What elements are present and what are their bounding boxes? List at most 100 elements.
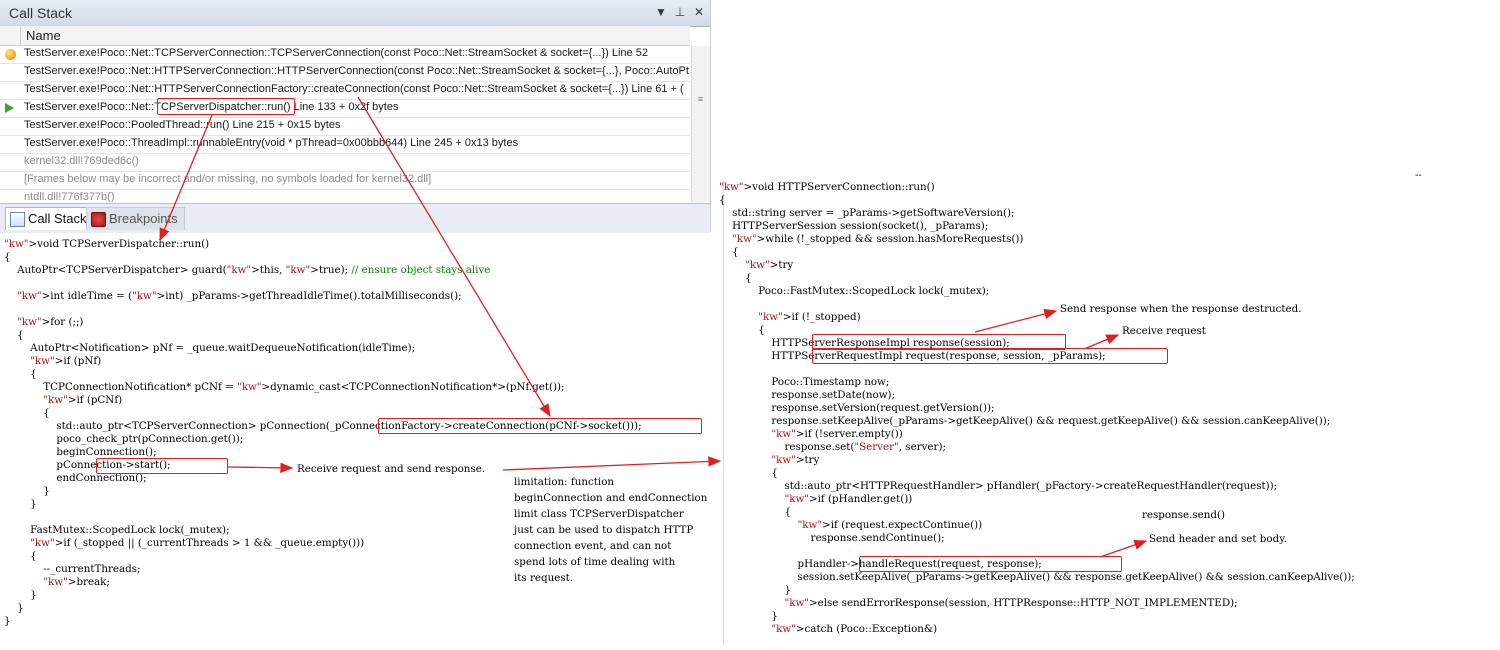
- call-stack-list: TestServer.exe!Poco::Net::TCPServerConne…: [0, 46, 690, 202]
- call-stack-titlebar: Call Stack ▼ ⊥ ✕: [0, 0, 710, 27]
- limitation-line: beginConnection and endConnection: [514, 492, 708, 504]
- arrow-to-send-header-note: [1099, 539, 1148, 558]
- code-line: "kw">break;: [43, 576, 110, 588]
- limitation-line: connection event, and can not: [514, 540, 672, 552]
- code-line: "kw">for (;;): [17, 316, 84, 328]
- code-line: std::auto_ptr<HTTPRequestHandler> pHandl…: [719, 480, 1278, 492]
- code-line: "kw">else sendErrorResponse(session, HTT…: [784, 597, 1238, 609]
- panel-title: Call Stack: [9, 5, 73, 21]
- limitation-line: limitation: function: [514, 476, 615, 488]
- call-stack-row[interactable]: TestServer.exe!Poco::ThreadImpl::runnabl…: [0, 136, 690, 154]
- close-icon[interactable]: ✕: [691, 4, 707, 20]
- call-stack-row-text: TestServer.exe!Poco::Net::HTTPServerConn…: [24, 83, 684, 95]
- code-line: "kw">while (!_stopped && session.hasMore…: [732, 233, 1024, 245]
- call-stack-row[interactable]: TestServer.exe!Poco::Net::HTTPServerConn…: [0, 64, 690, 82]
- panel-tabs: Call Stack Breakpoints: [0, 203, 710, 233]
- code-line: {: [4, 407, 50, 419]
- arrow-to-destructed-note: [974, 308, 1058, 333]
- code-line: "kw">try: [745, 259, 794, 271]
- tab-breakpoints[interactable]: Breakpoints: [86, 207, 185, 230]
- arrow-to-receive-send-note: [227, 462, 294, 474]
- call-stack-row-text: TestServer.exe!Poco::Net::HTTPServerConn…: [24, 65, 689, 77]
- code-line: Poco::FastMutex::ScopedLock lock(_mutex)…: [719, 285, 990, 297]
- highlight-request-impl: [812, 348, 1168, 364]
- note-receive-request: Receive request: [1122, 325, 1206, 337]
- breakpoints-icon: [91, 212, 106, 227]
- code-line: "kw">void HTTPServerConnection::run(): [719, 181, 935, 193]
- code-line: "kw">if (request.expectContinue()): [797, 519, 983, 531]
- column-header: Name: [0, 26, 690, 46]
- call-stack-icon: [10, 212, 25, 227]
- dropdown-arrow-icon[interactable]: ▼: [653, 4, 669, 20]
- code-line: }: [4, 485, 50, 497]
- code-line: "kw">if (pHandler.get()): [784, 493, 913, 505]
- pin-icon[interactable]: ⊥: [672, 4, 688, 20]
- code-line: response.setDate(now);: [719, 389, 896, 401]
- arrow-to-http-run: [502, 456, 722, 471]
- code-line: TCPConnectionNotification* pCNf = "kw">d…: [4, 381, 565, 393]
- call-stack-row[interactable]: TestServer.exe!Poco::Net::HTTPServerConn…: [0, 82, 690, 100]
- call-stack-row[interactable]: TestServer.exe!Poco::Net::TCPServerConne…: [0, 46, 690, 64]
- code-line: {: [719, 324, 765, 336]
- note-limitation: limitation: function beginConnection and …: [514, 474, 707, 586]
- limitation-line: just can be used to dispatch HTTP: [514, 524, 694, 536]
- call-stack-row[interactable]: ntdll.dll!776f377b(): [0, 190, 690, 202]
- code-line: {: [719, 506, 792, 518]
- arrow-to-receive-request-note: [1083, 334, 1120, 350]
- code-line: "kw">if (_stopped || (_currentThreads > …: [30, 537, 365, 549]
- highlight-connection-start: [96, 458, 228, 474]
- limitation-line: its request.: [514, 572, 574, 584]
- code-line: poco_check_ptr(pConnection.get());: [4, 433, 244, 445]
- highlight-create-connection: [378, 418, 702, 434]
- note-receive-send: Receive request and send response.: [297, 463, 486, 475]
- call-stack-row[interactable]: TestServer.exe!Poco::PooledThread::run()…: [0, 118, 690, 136]
- code-line: "kw">void TCPServerDispatcher::run(): [4, 238, 210, 250]
- code-line: {: [4, 251, 11, 263]
- code-line: }: [719, 584, 792, 596]
- code-line: response.sendContinue();: [719, 532, 945, 544]
- highlight-handle-request: [859, 556, 1122, 572]
- call-stack-row[interactable]: TestServer.exe!Poco::Net::TCPServerDispa…: [0, 100, 690, 118]
- call-stack-row[interactable]: [Frames below may be incorrect and/or mi…: [0, 172, 690, 190]
- note-send-header-body: Send header and set body.: [1149, 533, 1287, 545]
- code-line: {: [4, 368, 37, 380]
- call-stack-row-text: ntdll.dll!776f377b(): [24, 191, 115, 202]
- call-stack-row-text: TestServer.exe!Poco::PooledThread::run()…: [24, 119, 341, 131]
- code-line: Poco::Timestamp now;: [719, 376, 890, 388]
- code-line: {: [4, 550, 37, 562]
- code-line: std::string server = _pParams->getSoftwa…: [719, 207, 1015, 219]
- code-line: response.set("Server", server);: [719, 441, 946, 453]
- code-line: }: [4, 589, 37, 601]
- code-line: }: [4, 602, 24, 614]
- code-line: {: [719, 272, 752, 284]
- code-line: "kw">try: [771, 454, 820, 466]
- code-line: }: [4, 498, 37, 510]
- code-line: "kw">int idleTime = ("kw">int) _pParams-…: [17, 290, 462, 302]
- scroll-grip-icon[interactable]: ≡: [694, 95, 707, 108]
- code-line: {: [719, 246, 739, 258]
- code-line: response.setKeepAlive(_pParams->getKeepA…: [719, 415, 1331, 427]
- code-line: "kw">catch (Poco::Exception&): [771, 623, 938, 635]
- code-line: "kw">if (!server.empty()): [771, 428, 903, 440]
- highlight-dispatcher-run: [157, 98, 295, 115]
- limitation-line: limit class TCPServerDispatcher: [514, 508, 684, 520]
- note-send-response-destructed: Send response when the response destruct…: [1060, 303, 1302, 315]
- call-stack-row[interactable]: kernel32.dll!769ded6c(): [0, 154, 690, 172]
- return-arrow-icon: [5, 103, 14, 113]
- tab-call-stack[interactable]: Call Stack: [5, 207, 94, 230]
- code-line: {: [719, 467, 778, 479]
- call-stack-row-text: TestServer.exe!Poco::ThreadImpl::runnabl…: [24, 137, 519, 149]
- vertical-scrollbar[interactable]: ≡: [691, 46, 710, 202]
- code-line: HTTPServerSession session(socket(), _pPa…: [719, 220, 989, 232]
- code-line: session.setKeepAlive(_pParams->getKeepAl…: [719, 571, 1355, 583]
- call-stack-row-text: [Frames below may be incorrect and/or mi…: [24, 173, 432, 185]
- column-name-label[interactable]: Name: [26, 28, 61, 43]
- code-line: AutoPtr<TCPServerDispatcher> guard("kw">…: [4, 264, 491, 276]
- code-line: "kw">if (pCNf): [43, 394, 123, 406]
- code-line: {: [4, 329, 24, 341]
- limitation-line: spend lots of time dealing with: [514, 556, 676, 568]
- code-line: "kw">if (pNf): [30, 355, 102, 367]
- call-stack-row-text: kernel32.dll!769ded6c(): [24, 155, 139, 167]
- current-frame-icon: [5, 49, 16, 60]
- code-line: response.setVersion(request.getVersion()…: [719, 402, 995, 414]
